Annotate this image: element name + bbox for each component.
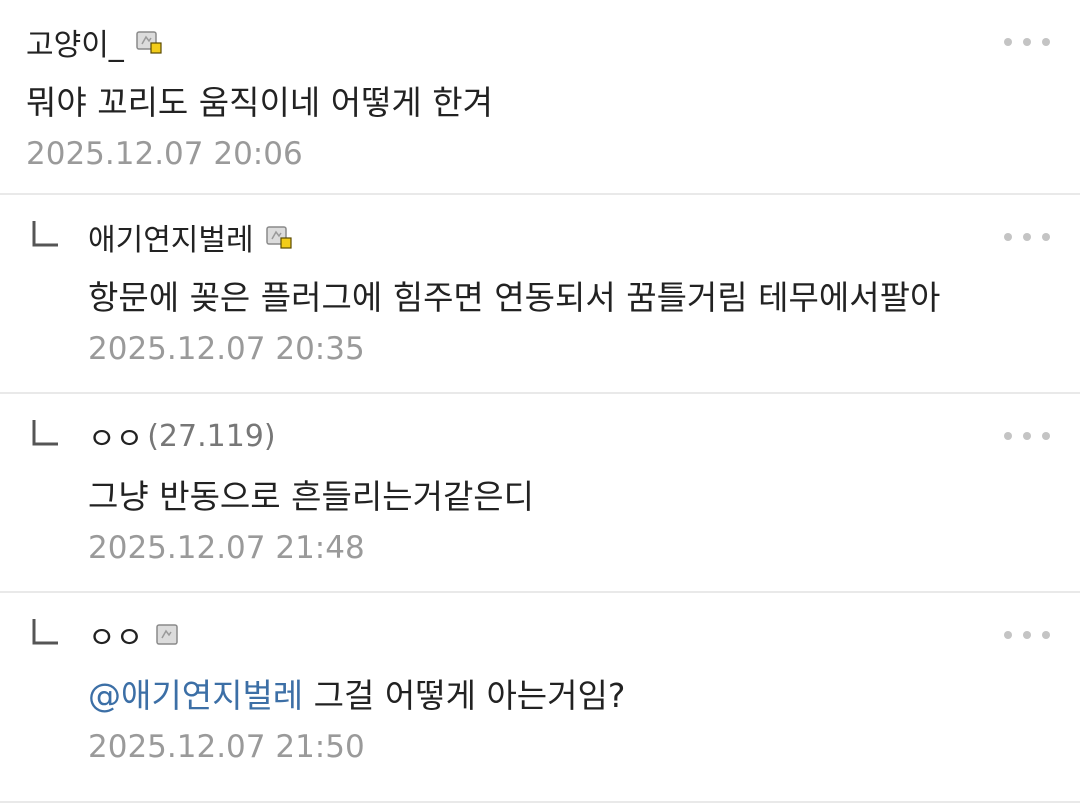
fixed-nick-icon [265,226,292,249]
reply-arrow-icon [32,221,58,247]
nickname[interactable]: ㅇㅇ [88,613,143,657]
comment-item: 애기연지벌레 항문에 꽂은 플러그에 힘주면 연동되서 꿈틀거림 테무에서팔아 … [0,195,1080,394]
comment-body: 항문에 꽂은 플러그에 힘주면 연동되서 꿈틀거림 테무에서팔아 [88,271,940,319]
mention-link[interactable]: @애기연지벌레 [88,676,303,715]
nickname[interactable]: 애기연지벌레 [88,215,254,259]
comment-item: ㅇㅇ @애기연지벌레 그걸 어떻게 아는거임? 2025.12.07 21:50 [0,593,1080,803]
comment-item: 고양이_ 뭐야 꼬리도 움직이네 어떻게 한겨 2025.12.07 20:06 [0,0,1080,195]
semi-fixed-nick-icon [156,624,178,645]
comment-body: @애기연지벌레 그걸 어떻게 아는거임? [88,669,625,717]
comment-header: ㅇㅇ [88,613,181,657]
comment-date: 2025.12.07 20:06 [26,136,303,172]
comment-body: 뭐야 꼬리도 움직이네 어떻게 한겨 [26,76,493,124]
more-dots-icon[interactable] [1004,225,1050,249]
comment-header: 애기연지벌레 [88,215,292,259]
comment-header: 고양이_ [26,20,162,64]
comment-text: 그걸 어떻게 아는거임? [303,676,626,715]
nickname[interactable]: ㅇㅇ [88,414,143,458]
more-dots-icon[interactable] [1004,424,1050,448]
comment-date: 2025.12.07 20:35 [88,331,365,367]
comment-text: 그냥 반동으로 흔들리는거같은디 [88,477,535,516]
reply-arrow-icon [32,619,58,645]
more-dots-icon[interactable] [1004,30,1050,54]
more-dots-icon[interactable] [1004,623,1050,647]
comment-text: 항문에 꽂은 플러그에 힘주면 연동되서 꿈틀거림 테무에서팔아 [88,278,941,317]
reply-arrow-icon [32,420,58,446]
comment-header: ㅇㅇ (27.119) [88,414,276,458]
comment-text: 뭐야 꼬리도 움직이네 어떻게 한겨 [26,83,493,122]
comment-date: 2025.12.07 21:48 [88,530,365,566]
comment-item: ㅇㅇ (27.119) 그냥 반동으로 흔들리는거같은디 2025.12.07 … [0,394,1080,593]
ip-address: (27.119) [147,418,276,454]
nickname[interactable]: 고양이_ [26,20,124,64]
fixed-nick-icon [136,31,162,54]
comment-body: 그냥 반동으로 흔들리는거같은디 [88,470,534,518]
comment-date: 2025.12.07 21:50 [88,729,365,765]
